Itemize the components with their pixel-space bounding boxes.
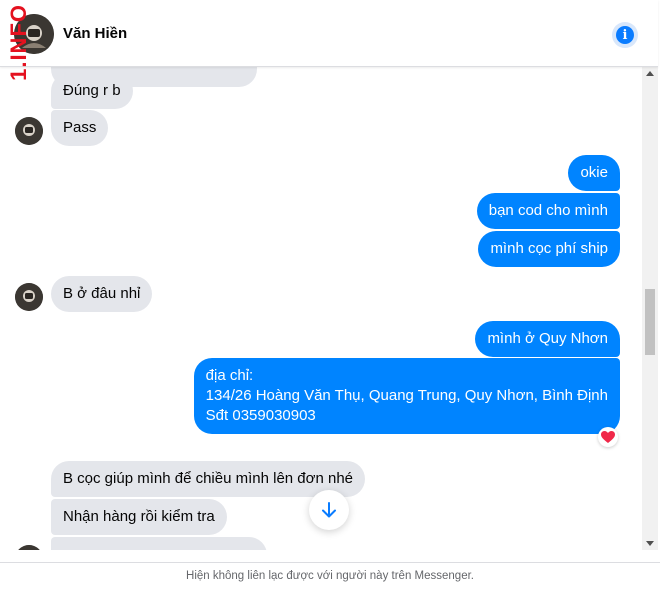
message-bubble[interactable]: B cọc giúp mình để chiều mình lên đơn nh… [51,461,366,497]
message-line: địa chỉ: [205,367,254,384]
arrow-down-icon [322,502,336,518]
message-bubble[interactable]: Đúng r b [51,73,133,109]
message-bubble[interactable]: Nhận hàng rồi kiểm tra [51,499,227,535]
contact-name[interactable]: Văn Hiền [63,25,127,42]
scrollbar[interactable] [642,67,658,550]
message-bubble[interactable]: Pass [51,110,109,146]
message-bubble[interactable]: B ở đâu nhỉ [51,276,153,312]
conversation-header: Văn Hiền i [0,0,658,67]
contact-avatar-small[interactable] [15,117,43,145]
message-bubble-partial [51,537,267,550]
message-list[interactable]: Đúng r b Pass okie bạn cod cho mình mình… [0,67,642,550]
message-bubble[interactable]: okie [568,155,620,191]
watermark-text: 1.INFO [6,4,31,81]
message-bubble[interactable]: bạn cod cho mình [476,193,620,229]
message-bubble[interactable]: mình cọc phí ship [478,231,620,267]
info-icon: i [616,26,634,44]
message-line: 134/26 Hoàng Văn Thụ, Quang Trung, Quy N… [205,387,608,404]
message-bubble[interactable]: mình ở Quy Nhơn [475,321,620,357]
conversation-info-button[interactable]: i [612,22,638,48]
scrollbar-thumb[interactable] [645,289,655,355]
contact-avatar-small[interactable] [15,283,43,311]
unavailable-notice: Hiện không liên lạc được với người này t… [0,562,660,590]
scroll-up-arrow-icon[interactable] [646,71,654,76]
scroll-down-arrow-icon[interactable] [646,541,654,546]
message-bubble-address[interactable]: địa chỉ: 134/26 Hoàng Văn Thụ, Quang Tru… [193,358,620,434]
heart-icon[interactable] [598,427,618,447]
scroll-to-bottom-button[interactable] [309,490,349,530]
message-line: Sđt 0359030903 [205,407,316,424]
contact-avatar-small[interactable] [15,545,43,550]
